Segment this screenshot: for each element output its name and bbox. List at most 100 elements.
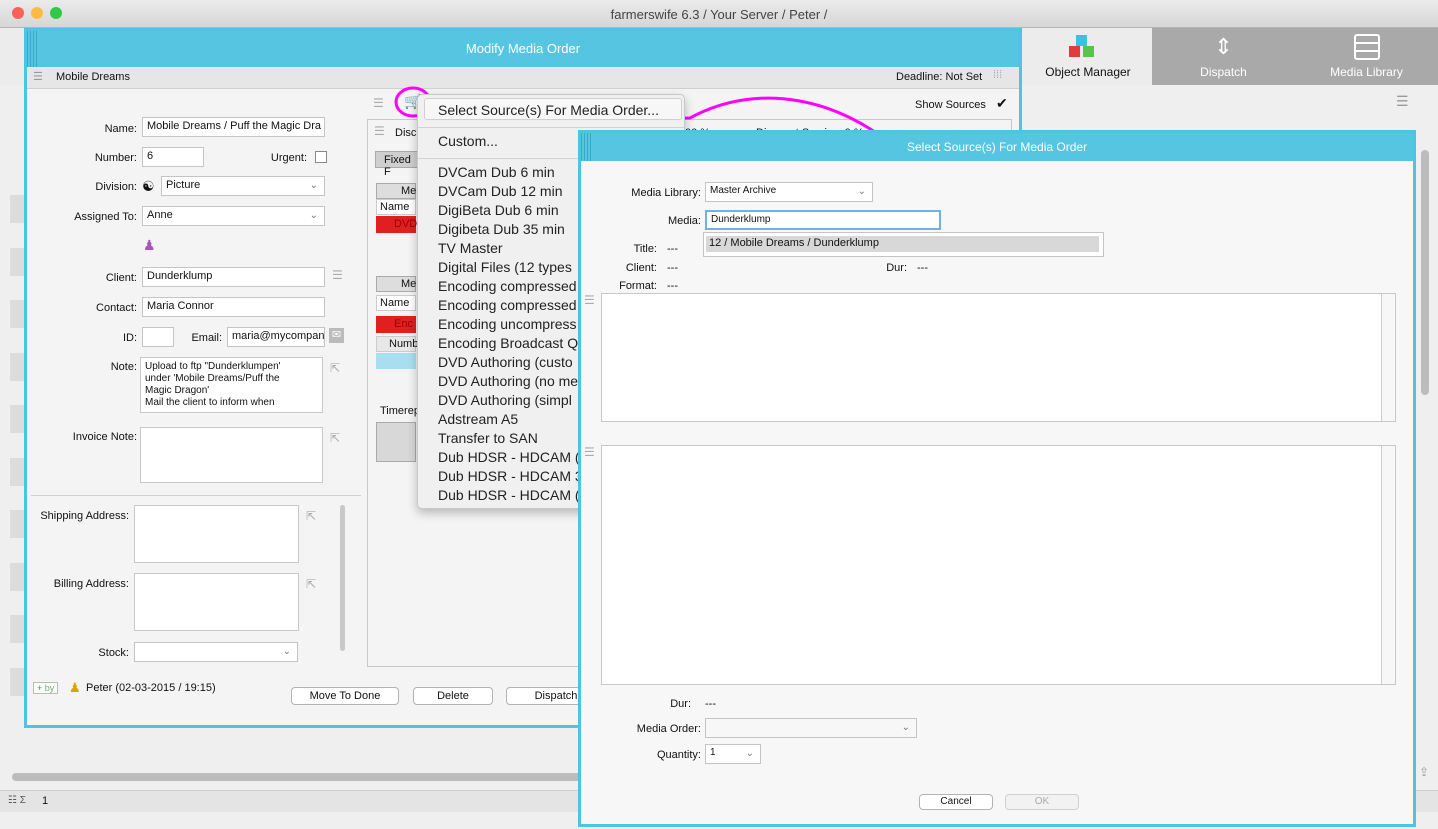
note-textarea[interactable]: Upload to ftp "Dunderklumpen' under 'Mob…	[140, 357, 323, 413]
menu-separator	[418, 127, 684, 128]
menu-icon[interactable]: ☰	[584, 445, 595, 459]
menu-item[interactable]: Encoding uncompress	[438, 316, 577, 332]
dvd-label: DVD	[394, 218, 418, 230]
menu-icon[interactable]: ☰	[374, 124, 385, 138]
dvd-row[interactable]: DVD	[376, 216, 418, 233]
ok-button[interactable]: OK	[1005, 794, 1079, 810]
chevron-down-icon: ⌄	[857, 186, 866, 197]
urgent-checkbox[interactable]	[315, 151, 327, 163]
encoding-row[interactable]: Enc	[376, 316, 416, 333]
menu-icon[interactable]: ☰	[584, 293, 595, 307]
menu-item-select-sources[interactable]: Select Source(s) For Media Order...	[438, 102, 659, 118]
assigned-select[interactable]: Anne ⌄	[142, 206, 325, 226]
email-icon[interactable]: ✉	[329, 328, 344, 343]
tab-object-manager[interactable]: Object Manager	[1024, 28, 1152, 85]
deadline-label[interactable]: Deadline: Not Set	[896, 71, 982, 83]
menu-item[interactable]: Dub HDSR - HDCAM (	[438, 449, 580, 465]
left-scrollbar[interactable]	[340, 505, 345, 651]
invoice-note-textarea[interactable]	[140, 427, 323, 483]
name-col-label: Name	[380, 201, 410, 213]
media-library-value: Master Archive	[710, 185, 777, 196]
chevron-down-icon: ⌄	[745, 748, 754, 759]
expand-icon[interactable]: ⇱	[330, 361, 340, 375]
expand-icon[interactable]: ⇱	[306, 509, 316, 523]
quantity-label: Quantity:	[656, 749, 701, 761]
number-field[interactable]: 6	[142, 147, 204, 167]
list-icon[interactable]: ☰	[332, 268, 343, 282]
menu-item[interactable]: Encoding compressed	[438, 278, 577, 294]
media-search-input[interactable]: Dunderklump	[705, 210, 941, 230]
share-icon[interactable]: ⇪	[1419, 765, 1429, 779]
menu-item[interactable]: DVD Authoring (simpl	[438, 392, 572, 408]
media-header: Me	[376, 183, 416, 199]
shipping-textarea[interactable]	[134, 505, 299, 563]
bg-row	[10, 248, 25, 276]
division-select[interactable]: Picture ⌄	[161, 176, 325, 196]
move-to-done-button[interactable]: Move To Done	[291, 687, 399, 705]
division-value: Picture	[166, 179, 201, 191]
quantity-select[interactable]: 1 ⌄	[705, 744, 761, 764]
show-sources-checkbox[interactable]: ✔	[996, 95, 1008, 112]
tab-label: Media Library	[1330, 65, 1403, 79]
menu-item[interactable]: Adstream A5	[438, 411, 518, 427]
name-col-header: Name	[376, 199, 416, 215]
menu-item[interactable]: Transfer to SAN	[438, 430, 538, 446]
selected-sources-pane	[601, 445, 1396, 685]
menu-item[interactable]: DVCam Dub 12 min	[438, 183, 563, 199]
suggestion-text: 12 / Mobile Dreams / Dunderklump	[709, 237, 879, 249]
autocomplete-suggestion[interactable]: 12 / Mobile Dreams / Dunderklump	[706, 236, 1099, 252]
expand-icon[interactable]: ⇱	[330, 431, 340, 445]
pane-scrollbar[interactable]	[1381, 294, 1395, 421]
expand-icon[interactable]: ⇱	[306, 577, 316, 591]
by-label: by	[44, 683, 55, 693]
name-field[interactable]: Mobile Dreams / Puff the Magic Dra	[142, 117, 325, 137]
delete-button[interactable]: Delete	[413, 687, 493, 705]
menu-item[interactable]: DVCam Dub 6 min	[438, 164, 555, 180]
menu-item[interactable]: Digital Files (12 types	[438, 259, 572, 275]
menu-icon[interactable]: ☰	[33, 70, 43, 83]
menu-icon[interactable]: ☰	[373, 96, 384, 110]
format-label: Format:	[619, 280, 657, 292]
sum-icon[interactable]: ☷ Σ	[8, 795, 26, 806]
order-name: Mobile Dreams	[56, 71, 130, 83]
menu-item-custom[interactable]: Custom...	[438, 133, 498, 149]
menu-item[interactable]: DigiBeta Dub 6 min	[438, 202, 559, 218]
menu-item[interactable]: Digibeta Dub 35 min	[438, 221, 565, 237]
window-title: Select Source(s) For Media Order	[581, 133, 1413, 161]
menu-item[interactable]: Dub HDSR - HDCAM (	[438, 487, 580, 503]
media-order-select[interactable]: ⌄	[705, 718, 917, 738]
vertical-scrollbar[interactable]	[1421, 150, 1429, 395]
list-options-icon[interactable]: ☰	[1396, 93, 1409, 110]
menu-item[interactable]: DVD Authoring (no me	[438, 373, 578, 389]
tab-dispatch[interactable]: ⇕ Dispatch	[1152, 28, 1295, 85]
chevron-down-icon: ⌄	[901, 722, 910, 733]
disc-label: Disc	[395, 127, 417, 139]
bg-row	[10, 195, 25, 223]
tape-row[interactable]	[376, 353, 416, 369]
email-field[interactable]: maria@mycompan	[227, 327, 325, 347]
media-order-label: Media Order:	[636, 723, 701, 735]
show-sources-label: Show Sources	[915, 99, 986, 111]
person-icon[interactable]: ♟	[143, 237, 156, 254]
menu-item[interactable]: DVD Authoring (custo	[438, 354, 573, 370]
menu-item[interactable]: Dub HDSR - HDCAM 3	[438, 468, 583, 484]
client-value: ---	[667, 262, 678, 274]
add-by-button[interactable]: + by	[33, 682, 59, 694]
media-library-select[interactable]: Master Archive ⌄	[705, 182, 873, 202]
pane-scrollbar[interactable]	[1381, 446, 1395, 684]
fixed-label: Fixed F	[384, 154, 411, 178]
note-line: Mail the client to inform when	[145, 397, 275, 408]
tab-media-library[interactable]: Media Library	[1295, 28, 1438, 85]
note-line: Magic Dragon'	[145, 385, 210, 396]
menu-item[interactable]: Encoding Broadcast Q	[438, 335, 578, 351]
contact-field[interactable]: Maria Connor	[142, 297, 325, 317]
stock-select[interactable]: ⌄	[134, 642, 298, 662]
menu-item[interactable]: Encoding compressed	[438, 297, 577, 313]
grid-icon[interactable]: ⁞⁞⁞	[993, 69, 1002, 81]
client-field[interactable]: Dunderklump	[142, 267, 325, 287]
menu-item[interactable]: TV Master	[438, 240, 503, 256]
chevron-down-icon: ⌄	[309, 210, 318, 221]
cancel-button[interactable]: Cancel	[919, 794, 993, 810]
billing-textarea[interactable]	[134, 573, 299, 631]
id-field[interactable]	[142, 327, 174, 347]
